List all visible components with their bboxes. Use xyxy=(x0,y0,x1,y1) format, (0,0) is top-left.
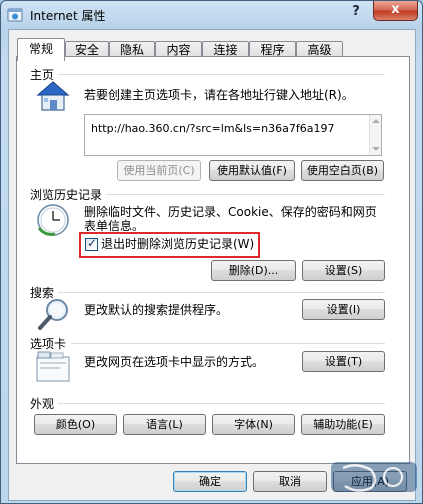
tab-general[interactable]: 常规 xyxy=(17,38,65,61)
home-page-url-field[interactable]: http://hao.360.cn/?src=lm&ls=n36a7f6a197 xyxy=(84,114,382,156)
history-clock-icon xyxy=(37,204,69,236)
url-field-scrollbar[interactable] xyxy=(369,115,381,155)
search-settings-button[interactable]: 设置(I) xyxy=(302,299,385,320)
ok-button[interactable]: 确定 xyxy=(173,471,247,492)
home-page-url-text: http://hao.360.cn/?src=lm&ls=n36a7f6a197 xyxy=(91,122,335,135)
appearance-separator xyxy=(58,403,385,404)
home-icon xyxy=(36,81,70,111)
title-bar[interactable]: Internet 属性 ? x xyxy=(1,1,422,29)
tabs-section-label: 选项卡 xyxy=(30,337,67,351)
history-section-label: 浏览历史记录 xyxy=(30,188,103,202)
search-magnifier-icon xyxy=(38,299,68,330)
watermark-logo xyxy=(331,462,417,492)
languages-button[interactable]: 语言(L) xyxy=(123,414,206,435)
cancel-button[interactable]: 取消 xyxy=(253,471,327,492)
use-blank-button[interactable]: 使用空白页(B) xyxy=(301,160,384,181)
history-description-line1: 删除临时文件、历史记录、Cookie、保存的密码和网页 xyxy=(84,205,377,219)
window-title: Internet 属性 xyxy=(30,9,106,23)
delete-history-on-exit-label[interactable]: 退出时删除浏览历史记录(W) xyxy=(101,237,254,252)
history-settings-button[interactable]: 设置(S) xyxy=(302,260,385,281)
help-button[interactable]: ? xyxy=(345,2,367,22)
search-separator xyxy=(58,292,385,293)
colors-button[interactable]: 颜色(O) xyxy=(34,414,117,435)
close-button[interactable]: x xyxy=(373,1,418,21)
history-separator xyxy=(106,194,385,195)
appearance-section-label: 外观 xyxy=(30,397,55,411)
home-description: 若要创建主页选项卡，请在各地址行键入地址(R)。 xyxy=(84,88,354,102)
search-description: 更改默认的搜索提供程序。 xyxy=(84,303,229,317)
home-separator xyxy=(58,74,385,75)
internet-options-icon xyxy=(7,8,23,22)
tabs-separator xyxy=(71,343,385,344)
tabs-window-icon xyxy=(36,351,70,382)
delete-history-on-exit-checkbox[interactable] xyxy=(85,236,98,251)
use-default-button[interactable]: 使用默认值(F) xyxy=(209,160,295,181)
accessibility-button[interactable]: 辅助功能(E) xyxy=(301,414,385,435)
use-current-button[interactable]: 使用当前页(C) xyxy=(117,160,201,181)
fonts-button[interactable]: 字体(N) xyxy=(212,414,295,435)
tabs-settings-button[interactable]: 设置(T) xyxy=(302,351,385,372)
delete-history-button[interactable]: 删除(D)... xyxy=(211,260,296,281)
tabs-description: 更改网页在选项卡中显示的方式。 xyxy=(84,355,265,369)
